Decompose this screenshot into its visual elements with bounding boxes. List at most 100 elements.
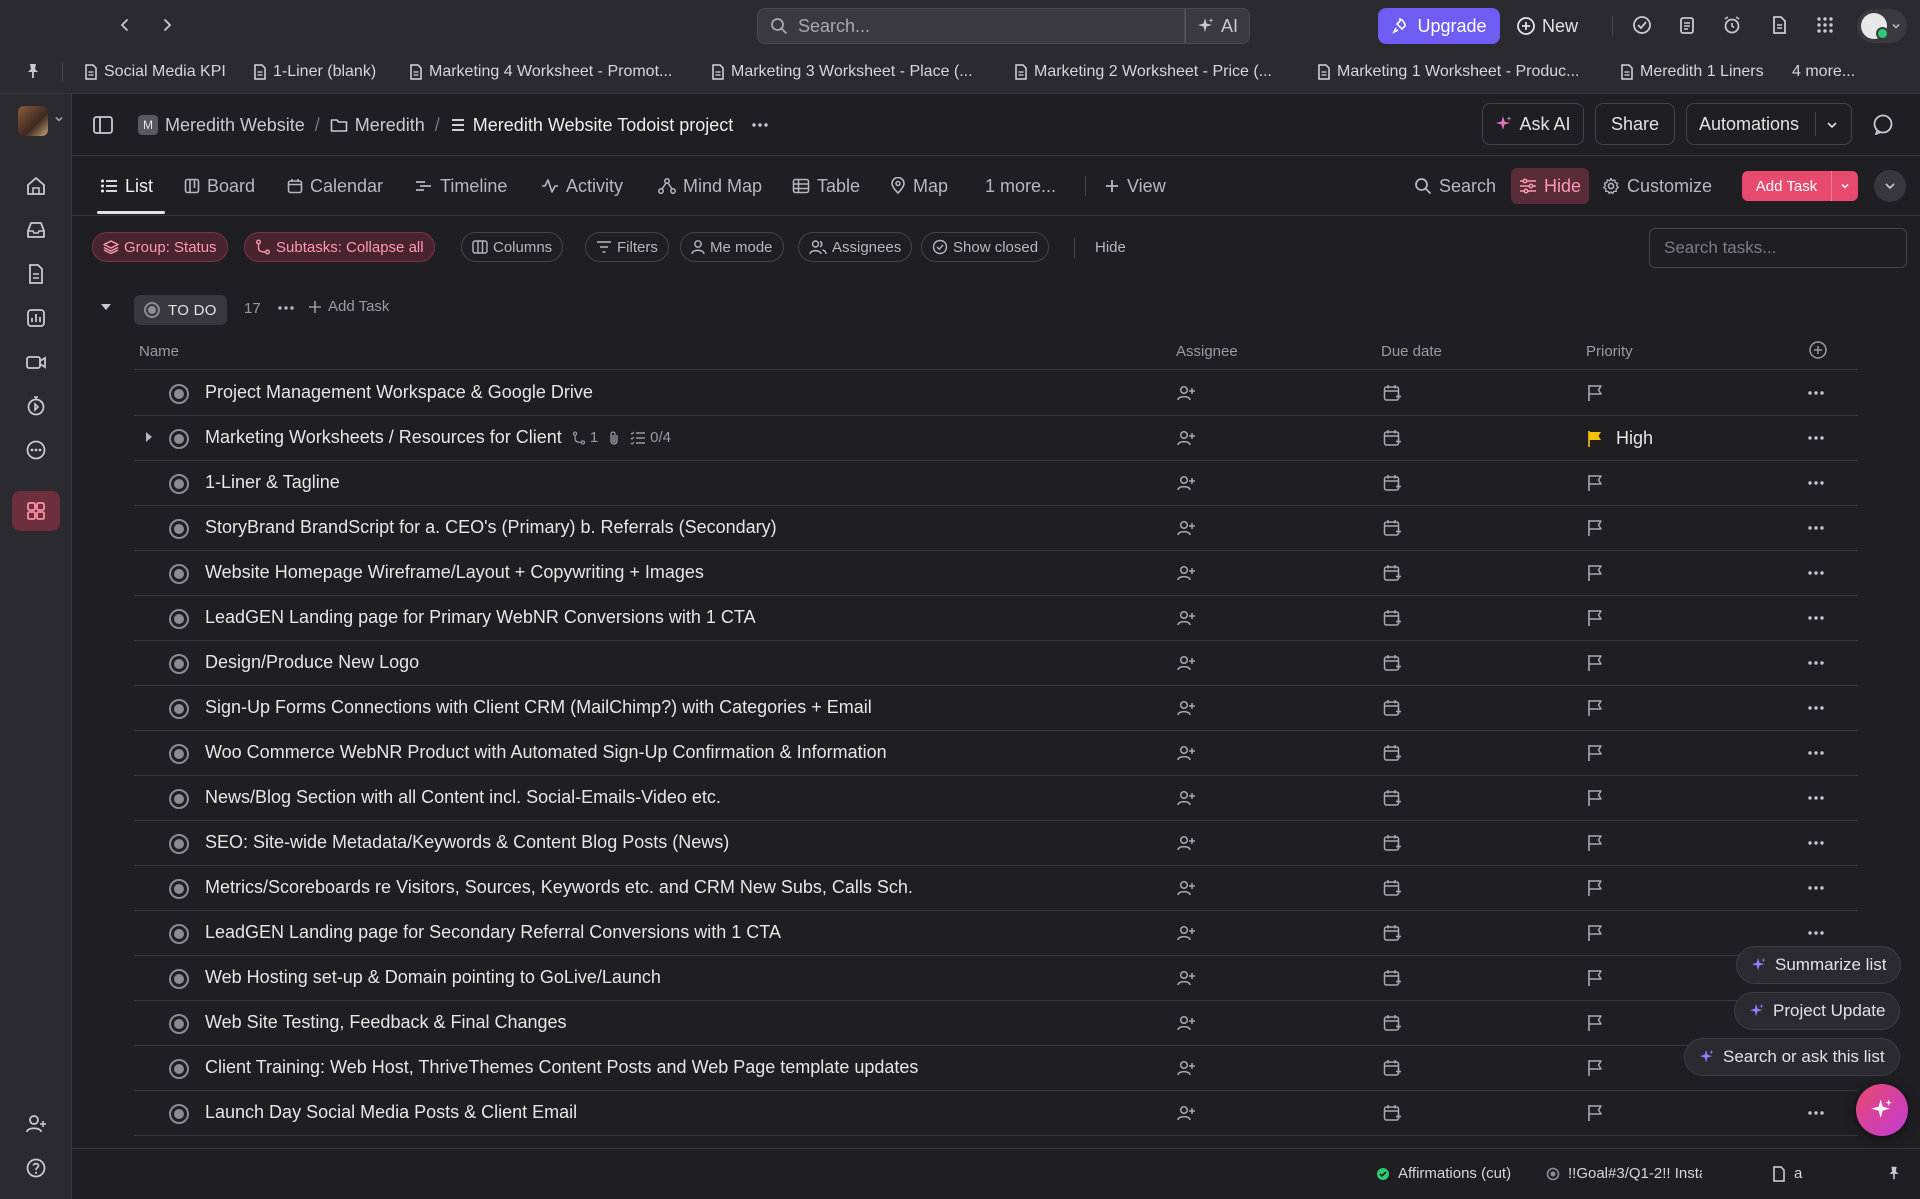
task-name-cell[interactable]: SEO: Site-wide Metadata/Keywords & Conte…: [205, 832, 729, 853]
project-update-button[interactable]: Project Update: [1734, 992, 1901, 1030]
check-circle-icon[interactable]: [1630, 13, 1654, 37]
task-row[interactable]: StoryBrand BrandScript for a. CEO's (Pri…: [134, 506, 1858, 551]
add-assignee-icon[interactable]: [1176, 518, 1196, 538]
favorite-item[interactable]: Marketing 3 Worksheet - Place (...: [711, 60, 973, 84]
set-priority-flag-icon[interactable]: [1586, 968, 1604, 988]
task-status-icon[interactable]: [169, 1014, 189, 1034]
subtask-count[interactable]: 1: [572, 429, 598, 446]
add-column-icon[interactable]: [1808, 340, 1828, 360]
view-tab-table[interactable]: Table: [792, 156, 860, 216]
more-horizontal-icon[interactable]: [751, 122, 769, 128]
add-due-date-icon[interactable]: [1382, 743, 1402, 763]
task-row[interactable]: Web Hosting set-up & Domain pointing to …: [134, 956, 1858, 1001]
timesheets-icon[interactable]: [22, 392, 50, 420]
add-due-date-icon[interactable]: [1382, 383, 1402, 403]
task-row[interactable]: Client Training: Web Host, ThriveThemes …: [134, 1046, 1858, 1091]
task-status-icon[interactable]: [169, 744, 189, 764]
alarm-clock-icon[interactable]: [1720, 13, 1744, 37]
set-priority-flag-icon[interactable]: [1586, 1103, 1604, 1123]
assignees-chip[interactable]: Assignees: [798, 232, 913, 262]
favorite-item[interactable]: Meredith 1 Liners: [1620, 60, 1764, 84]
row-more-icon[interactable]: [1806, 698, 1826, 718]
set-priority-flag-icon[interactable]: [1586, 518, 1604, 538]
favorite-item[interactable]: 1-Liner (blank): [253, 60, 376, 84]
view-tab-timeline[interactable]: Timeline: [415, 156, 507, 216]
favorite-item[interactable]: Marketing 4 Worksheet - Promot...: [409, 60, 672, 84]
task-name-cell[interactable]: Marketing Worksheets / Resources for Cli…: [205, 427, 671, 448]
add-due-date-icon[interactable]: [1382, 1103, 1402, 1123]
add-due-date-icon[interactable]: [1382, 1013, 1402, 1033]
search-ai-button[interactable]: AI: [1185, 8, 1250, 44]
search-tasks-button[interactable]: Search: [1414, 156, 1496, 216]
checklist-progress[interactable]: 0/4: [630, 429, 671, 446]
new-button[interactable]: New: [1516, 8, 1586, 44]
task-status-icon[interactable]: [169, 699, 189, 719]
row-more-icon[interactable]: [1806, 563, 1826, 583]
forward-arrow-icon[interactable]: [154, 12, 180, 38]
ai-assistant-fab[interactable]: [1856, 1084, 1908, 1136]
tray-item[interactable]: Affirmations (cut): [1376, 1165, 1524, 1182]
chevron-down-icon[interactable]: [1825, 118, 1839, 132]
task-status-icon[interactable]: [169, 879, 189, 899]
caret-down-icon[interactable]: [100, 302, 112, 312]
add-assignee-icon[interactable]: [1176, 968, 1196, 988]
task-name-cell[interactable]: Web Hosting set-up & Domain pointing to …: [205, 967, 661, 988]
columns-chip[interactable]: Columns: [461, 232, 564, 262]
inbox-icon[interactable]: [22, 216, 50, 244]
video-clips-icon[interactable]: [22, 348, 50, 376]
favorite-item[interactable]: Marketing 1 Worksheet - Produc...: [1317, 60, 1579, 84]
task-status-icon[interactable]: [169, 384, 189, 404]
task-status-icon[interactable]: [169, 429, 189, 449]
add-assignee-icon[interactable]: [1176, 1013, 1196, 1033]
add-assignee-icon[interactable]: [1176, 563, 1196, 583]
user-avatar-menu[interactable]: [1857, 9, 1907, 43]
task-name-cell[interactable]: News/Blog Section with all Content incl.…: [205, 787, 721, 808]
task-row[interactable]: Metrics/Scoreboards re Visitors, Sources…: [134, 866, 1858, 911]
row-more-icon[interactable]: [1806, 653, 1826, 673]
task-name-cell[interactable]: LeadGEN Landing page for Secondary Refer…: [205, 922, 781, 943]
tray-item[interactable]: !!Goal#3/Q1-2!! Install N: [1546, 1165, 1702, 1182]
add-due-date-icon[interactable]: [1382, 653, 1402, 673]
expand-subtasks-icon[interactable]: [144, 430, 154, 444]
task-row[interactable]: SEO: Site-wide Metadata/Keywords & Conte…: [134, 821, 1858, 866]
task-row[interactable]: Marketing Worksheets / Resources for Cli…: [134, 416, 1858, 461]
status-pill[interactable]: TO DO: [134, 295, 227, 325]
favorite-item[interactable]: Marketing 2 Worksheet - Price (...: [1014, 60, 1272, 84]
row-more-icon[interactable]: [1806, 833, 1826, 853]
add-assignee-icon[interactable]: [1176, 608, 1196, 628]
notepad-icon[interactable]: [1675, 13, 1699, 37]
me-mode-chip[interactable]: Me mode: [680, 232, 784, 262]
add-assignee-icon[interactable]: [1176, 1058, 1196, 1078]
task-status-icon[interactable]: [169, 834, 189, 854]
subtasks-chip[interactable]: Subtasks: Collapse all: [244, 232, 435, 262]
set-priority-flag-icon[interactable]: [1586, 698, 1604, 718]
add-assignee-icon[interactable]: [1176, 428, 1196, 448]
add-assignee-icon[interactable]: [1176, 833, 1196, 853]
breadcrumb-space[interactable]: M Meredith Website: [138, 115, 305, 136]
customize-button[interactable]: Customize: [1602, 156, 1712, 216]
dashboards-icon[interactable]: [22, 304, 50, 332]
set-priority-flag-icon[interactable]: [1586, 788, 1604, 808]
add-assignee-icon[interactable]: [1176, 878, 1196, 898]
set-priority-flag-icon[interactable]: [1586, 923, 1604, 943]
home-icon[interactable]: [22, 172, 50, 200]
add-assignee-icon[interactable]: [1176, 383, 1196, 403]
spaces-button[interactable]: [12, 491, 60, 531]
apps-grid-icon[interactable]: [1813, 13, 1837, 37]
more-horizontal-icon[interactable]: [277, 298, 295, 318]
global-search[interactable]: Search...: [757, 8, 1185, 44]
breadcrumb-list[interactable]: Meredith Website Todoist project: [450, 115, 733, 136]
add-due-date-icon[interactable]: [1382, 1058, 1402, 1078]
task-name-cell[interactable]: Woo Commerce WebNR Product with Automate…: [205, 742, 887, 763]
more-circle-icon[interactable]: [22, 436, 50, 464]
view-tab-list[interactable]: List: [100, 156, 153, 216]
docs-icon[interactable]: [22, 260, 50, 288]
set-priority-flag-icon[interactable]: [1586, 743, 1604, 763]
task-name-cell[interactable]: Metrics/Scoreboards re Visitors, Sources…: [205, 877, 913, 898]
add-assignee-icon[interactable]: [1176, 698, 1196, 718]
add-assignee-icon[interactable]: [1176, 743, 1196, 763]
task-name-cell[interactable]: Sign-Up Forms Connections with Client CR…: [205, 697, 872, 718]
search-tasks-input[interactable]: [1649, 228, 1907, 268]
show-closed-chip[interactable]: Show closed: [921, 232, 1050, 262]
row-more-icon[interactable]: [1806, 788, 1826, 808]
